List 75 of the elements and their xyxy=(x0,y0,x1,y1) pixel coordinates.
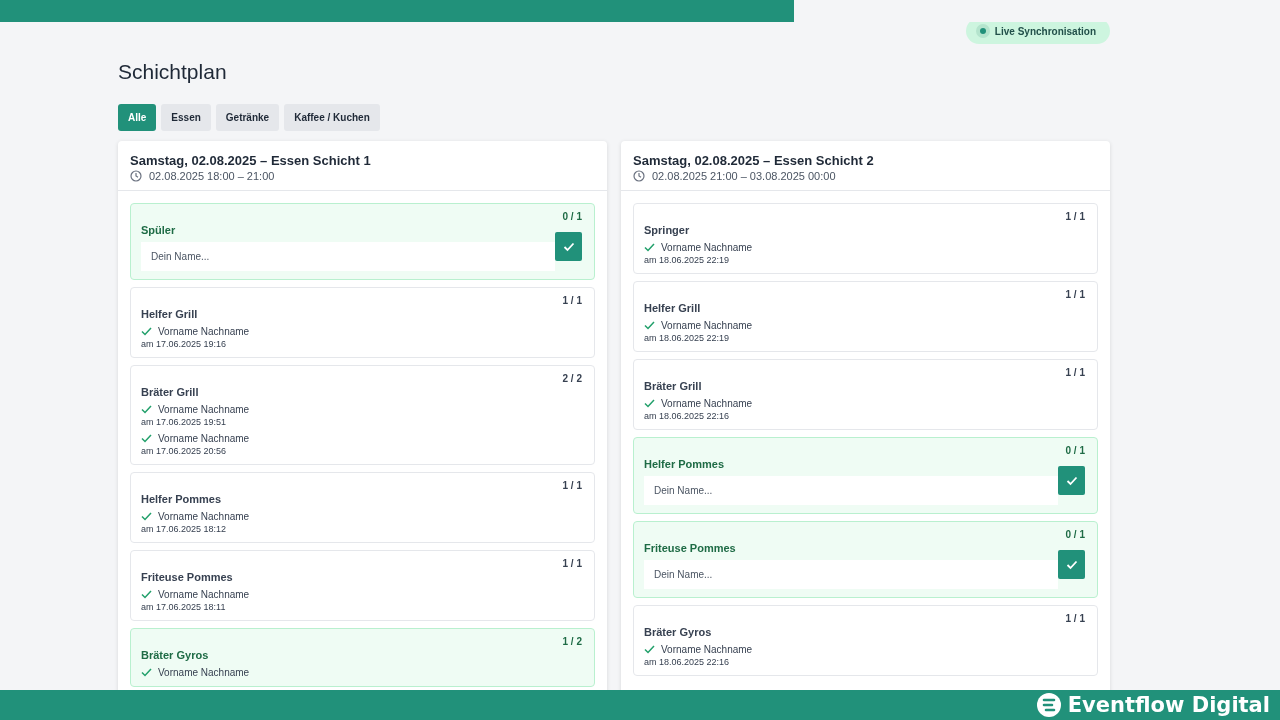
slot-count: 1 / 1 xyxy=(1065,289,1085,300)
slot-count: 2 / 2 xyxy=(562,373,582,384)
volunteer-name: Vorname Nachname xyxy=(158,326,250,337)
check-icon xyxy=(141,590,152,599)
volunteer-name: Vorname Nachname xyxy=(661,644,753,655)
check-icon xyxy=(1065,475,1078,486)
slot-count: 1 / 1 xyxy=(1065,367,1085,378)
signup-date: am 18.06.2025 22:19 xyxy=(644,333,731,343)
slot-role: Helfer Pommes xyxy=(141,493,223,505)
slot-count: 1 / 1 xyxy=(562,480,582,491)
check-icon xyxy=(141,434,152,443)
signup-date: am 17.06.2025 19:16 xyxy=(141,339,228,349)
volunteer-name: Vorname Nachname xyxy=(661,398,753,409)
check-icon xyxy=(141,668,152,677)
check-icon xyxy=(644,321,655,330)
check-icon xyxy=(562,241,575,252)
clock-icon xyxy=(130,170,142,182)
check-icon xyxy=(141,512,152,521)
slot-count: 1 / 1 xyxy=(1065,613,1085,624)
filter-tab[interactable]: Essen xyxy=(161,104,211,131)
volunteer-name: Vorname Nachname xyxy=(661,242,753,253)
slot-count: 0 / 1 xyxy=(1065,445,1085,456)
slot-role: Bräter Grill xyxy=(141,386,200,398)
volunteer-name: Vorname Nachname xyxy=(158,511,250,522)
slot-role: Helfer Grill xyxy=(644,302,702,314)
check-icon xyxy=(644,645,655,654)
slot-role: Friteuse Pommes xyxy=(141,571,234,583)
signup-date: am 17.06.2025 20:56 xyxy=(141,446,228,456)
volunteer-name: Vorname Nachname xyxy=(158,433,250,444)
signup-date: am 18.06.2025 22:16 xyxy=(644,411,731,421)
clock-icon xyxy=(633,170,645,182)
filter-tab[interactable]: Kaffee / Kuchen xyxy=(284,104,380,131)
slot-role: Bräter Gyros xyxy=(141,649,210,661)
slot-count: 1 / 1 xyxy=(1065,211,1085,222)
check-icon xyxy=(141,327,152,336)
check-icon xyxy=(141,405,152,414)
shift-time: 02.08.2025 21:00 – 03.08.2025 00:00 xyxy=(652,170,836,182)
volunteer-name: Vorname Nachname xyxy=(661,320,753,331)
slot-role: Helfer Pommes xyxy=(644,458,726,470)
confirm-button[interactable] xyxy=(1058,466,1085,495)
filter-tab[interactable]: Getränke xyxy=(215,104,280,131)
brand-name: Eventflow Digital xyxy=(1067,693,1270,717)
slot-role: Bräter Grill xyxy=(644,380,703,392)
name-input[interactable]: Dein Name... xyxy=(644,476,1058,505)
shift-title: Samstag, 02.08.2025 – Essen Schicht 2 xyxy=(633,153,875,168)
filter-tab[interactable]: Alle xyxy=(118,104,157,131)
slot-role: Helfer Grill xyxy=(141,308,199,320)
slot-count: 1 / 2 xyxy=(562,636,582,647)
confirm-button[interactable] xyxy=(555,232,582,261)
slot-role: Friteuse Pommes xyxy=(644,542,737,554)
check-icon xyxy=(1065,559,1078,570)
slot-role: Bräter Gyros xyxy=(644,626,713,638)
slot-count: 0 / 1 xyxy=(562,211,582,222)
volunteer-name: Vorname Nachname xyxy=(158,404,250,415)
signup-date: am 18.06.2025 22:16 xyxy=(644,657,731,667)
shift-time: 02.08.2025 18:00 – 21:00 xyxy=(149,170,275,182)
signup-date: am 17.06.2025 19:51 xyxy=(141,417,228,427)
name-input[interactable]: Dein Name... xyxy=(644,560,1058,589)
name-input[interactable]: Dein Name... xyxy=(141,242,555,271)
page-title: Schichtplan xyxy=(118,60,227,84)
signup-date: am 17.06.2025 18:11 xyxy=(141,602,227,612)
volunteer-name: Vorname Nachname xyxy=(158,589,250,600)
volunteer-name: Vorname Nachname xyxy=(158,667,250,678)
slot-count: 0 / 1 xyxy=(1065,529,1085,540)
signup-date: am 18.06.2025 22:19 xyxy=(644,255,731,265)
check-icon xyxy=(644,243,655,252)
sync-label: Live Synchronisation xyxy=(994,25,1096,37)
confirm-button[interactable] xyxy=(1058,550,1085,579)
slot-role: Spüler xyxy=(141,224,177,236)
shift-title: Samstag, 02.08.2025 – Essen Schicht 1 xyxy=(130,153,372,168)
slot-count: 1 / 1 xyxy=(562,558,582,569)
slot-role: Springer xyxy=(644,224,691,236)
signup-date: am 17.06.2025 18:12 xyxy=(141,524,228,534)
slot-count: 1 / 1 xyxy=(562,295,582,306)
check-icon xyxy=(644,399,655,408)
